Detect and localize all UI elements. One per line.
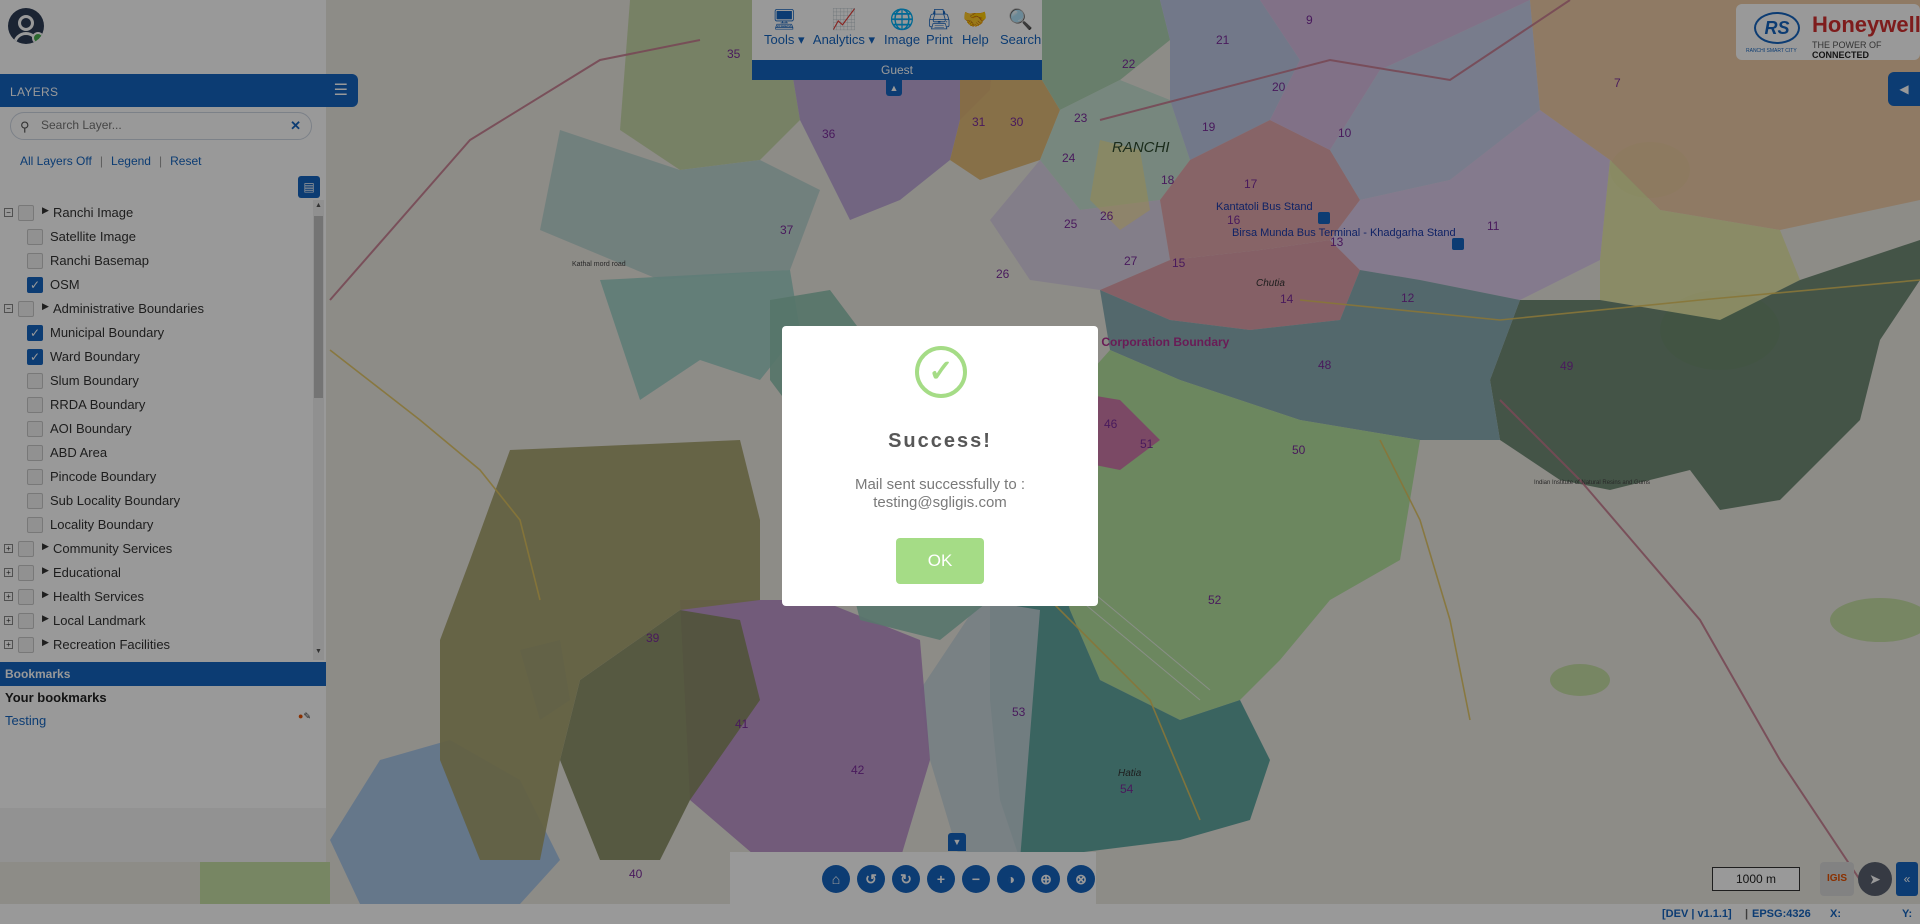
dialog-message-line: Mail sent successfully to :: [854, 476, 1026, 493]
dialog-title: Success!: [888, 430, 992, 452]
dialog-recipient-email: testing@sgligis.com: [873, 494, 1007, 511]
checkmark-icon: ✓: [915, 346, 967, 398]
dialog-message: Mail sent successfully to : testing@sgli…: [802, 476, 1078, 512]
success-dialog: ✓ Success! Mail sent successfully to : t…: [782, 326, 1098, 606]
ok-button[interactable]: OK: [896, 538, 984, 584]
